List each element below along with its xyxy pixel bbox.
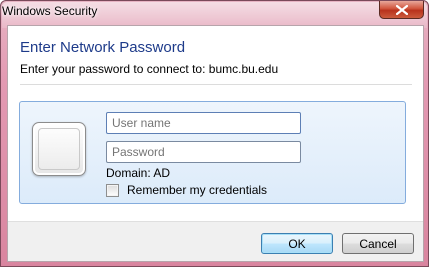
button-bar: OK Cancel [8, 221, 423, 261]
password-input[interactable] [106, 141, 301, 163]
dialog-title: Enter Network Password [20, 39, 186, 56]
remember-credentials[interactable]: Remember my credentials [106, 183, 267, 197]
header-divider [20, 84, 412, 85]
remember-credentials-label: Remember my credentials [127, 183, 268, 197]
domain-label: Domain: AD [106, 166, 171, 180]
cancel-button[interactable]: Cancel [342, 233, 414, 254]
ok-button[interactable]: OK [261, 233, 333, 254]
user-tile-frame [38, 128, 80, 170]
dialog-subtitle: Enter your password to connect to: bumc.… [20, 62, 279, 76]
credential-tile: Domain: AD Remember my credentials [19, 101, 406, 204]
dialog-client-area: Enter Network Password Enter your passwo… [7, 25, 424, 262]
checkbox-icon[interactable] [106, 183, 119, 197]
username-input[interactable] [106, 112, 301, 134]
window-title: Windows Security [2, 4, 98, 18]
user-tile-icon [32, 122, 86, 176]
close-button[interactable] [379, 1, 424, 19]
window-frame: Windows Security Enter Network Password … [0, 0, 429, 267]
close-icon [395, 4, 408, 15]
